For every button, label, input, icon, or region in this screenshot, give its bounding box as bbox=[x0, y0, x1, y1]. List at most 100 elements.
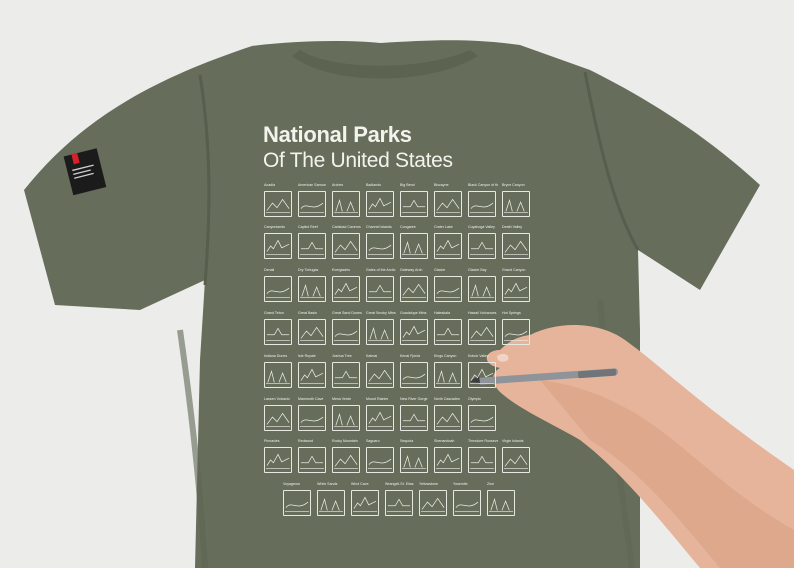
park-name: Guadalupe Mtns bbox=[400, 311, 427, 315]
shirt-subtitle: Of The United States bbox=[263, 149, 453, 172]
park-item: Cuyahoga Valley bbox=[468, 225, 498, 259]
park-item: Dry Tortugas bbox=[298, 268, 328, 302]
park-name: Cuyahoga Valley bbox=[468, 225, 495, 229]
park-item: Isle Royale bbox=[298, 354, 328, 388]
park-item: Hawaii Volcanoes bbox=[468, 311, 498, 345]
park-illustration bbox=[434, 276, 462, 302]
park-item: Gates of the Arctic bbox=[366, 268, 396, 302]
park-illustration bbox=[332, 191, 360, 217]
park-item: Shenandoah bbox=[434, 439, 464, 473]
park-illustration bbox=[400, 191, 428, 217]
park-name: Great Sand Dunes bbox=[332, 311, 362, 315]
park-name: North Cascades bbox=[434, 397, 460, 401]
park-illustration bbox=[366, 233, 394, 259]
park-item: Katmai bbox=[366, 354, 396, 388]
park-name: Virgin Islands bbox=[502, 439, 524, 443]
park-illustration bbox=[298, 233, 326, 259]
park-item: Mesa Verde bbox=[332, 397, 362, 431]
park-illustration bbox=[502, 191, 530, 217]
park-illustration bbox=[400, 447, 428, 473]
park-name: Great Basin bbox=[298, 311, 317, 315]
park-item: Great Smoky Mtns bbox=[366, 311, 396, 345]
park-name: Wrangell-St. Elias bbox=[385, 482, 414, 486]
park-item: Kings Canyon bbox=[434, 354, 464, 388]
park-name: Shenandoah bbox=[434, 439, 455, 443]
park-name: Olympic bbox=[468, 397, 481, 401]
park-name: American Samoa bbox=[298, 183, 326, 187]
park-name: Grand Teton bbox=[264, 311, 284, 315]
park-item: Denali bbox=[264, 268, 294, 302]
park-name: Gateway Arch bbox=[400, 268, 423, 272]
park-name: Gates of the Arctic bbox=[366, 268, 396, 272]
park-item: Glacier bbox=[434, 268, 464, 302]
park-name: Sequoia bbox=[400, 439, 414, 443]
park-item: Hot Springs bbox=[502, 311, 532, 345]
park-item: Great Sand Dunes bbox=[332, 311, 362, 345]
park-item: Bryce Canyon bbox=[502, 183, 532, 217]
park-name: White Sands bbox=[317, 482, 338, 486]
park-illustration bbox=[366, 362, 394, 388]
park-name: Mesa Verde bbox=[332, 397, 352, 401]
park-illustration bbox=[434, 319, 462, 345]
park-illustration bbox=[366, 447, 394, 473]
park-name: Kobuk Valley bbox=[468, 354, 489, 358]
park-item: Joshua Tree bbox=[332, 354, 362, 388]
park-item: Rocky Mountain bbox=[332, 439, 362, 473]
park-name: Arches bbox=[332, 183, 344, 187]
park-item: Congaree bbox=[400, 225, 430, 259]
park-illustration bbox=[298, 405, 326, 431]
park-item: Yosemite bbox=[453, 482, 483, 516]
park-item: Pinnacles bbox=[264, 439, 294, 473]
park-item: American Samoa bbox=[298, 183, 328, 217]
park-item: Yellowstone bbox=[419, 482, 449, 516]
park-name: Yellowstone bbox=[419, 482, 439, 486]
park-name: Haleakala bbox=[434, 311, 450, 315]
park-item: Haleakala bbox=[434, 311, 464, 345]
park-illustration bbox=[264, 405, 292, 431]
park-item: Acadia bbox=[264, 183, 294, 217]
park-illustration bbox=[502, 233, 530, 259]
park-name: Mount Rainier bbox=[366, 397, 389, 401]
park-name: Bryce Canyon bbox=[502, 183, 525, 187]
park-name: Everglades bbox=[332, 268, 350, 272]
shirt-title: National Parks bbox=[263, 122, 412, 147]
park-item: Mammoth Cave bbox=[298, 397, 328, 431]
park-item: Redwood bbox=[298, 439, 328, 473]
park-illustration bbox=[468, 276, 496, 302]
park-name: Badlands bbox=[366, 183, 381, 187]
park-item: Glacier Bay bbox=[468, 268, 498, 302]
park-item: Badlands bbox=[366, 183, 396, 217]
park-item: Sequoia bbox=[400, 439, 430, 473]
park-name: Acadia bbox=[264, 183, 275, 187]
park-illustration bbox=[366, 276, 394, 302]
park-item: New River Gorge bbox=[400, 397, 430, 431]
park-item: Gateway Arch bbox=[400, 268, 430, 302]
park-name: Indiana Dunes bbox=[264, 354, 288, 358]
park-illustration bbox=[468, 319, 496, 345]
park-name: Mammoth Cave bbox=[298, 397, 324, 401]
park-illustration bbox=[366, 191, 394, 217]
park-item: Carlsbad Caverns bbox=[332, 225, 362, 259]
park-item: Grand Teton bbox=[264, 311, 294, 345]
park-illustration bbox=[434, 233, 462, 259]
park-name: Isle Royale bbox=[298, 354, 316, 358]
park-name: Great Smoky Mtns bbox=[366, 311, 396, 315]
park-item: Theodore Roosevelt bbox=[468, 439, 498, 473]
park-name: Lassen Volcanic bbox=[264, 397, 290, 401]
park-item: Great Basin bbox=[298, 311, 328, 345]
park-illustration bbox=[332, 319, 360, 345]
park-item: Black Canyon of the Gunnison bbox=[468, 183, 498, 217]
park-item: Lassen Volcanic bbox=[264, 397, 294, 431]
park-item: White Sands bbox=[317, 482, 347, 516]
park-name: Glacier bbox=[434, 268, 446, 272]
park-illustration bbox=[298, 447, 326, 473]
park-item: Voyageurs bbox=[283, 482, 313, 516]
park-illustration bbox=[434, 191, 462, 217]
park-name: Carlsbad Caverns bbox=[332, 225, 361, 229]
park-illustration bbox=[385, 490, 413, 516]
park-illustration bbox=[366, 405, 394, 431]
park-illustration bbox=[264, 319, 292, 345]
park-name: Kings Canyon bbox=[434, 354, 457, 358]
park-illustration bbox=[366, 319, 394, 345]
park-illustration bbox=[298, 319, 326, 345]
